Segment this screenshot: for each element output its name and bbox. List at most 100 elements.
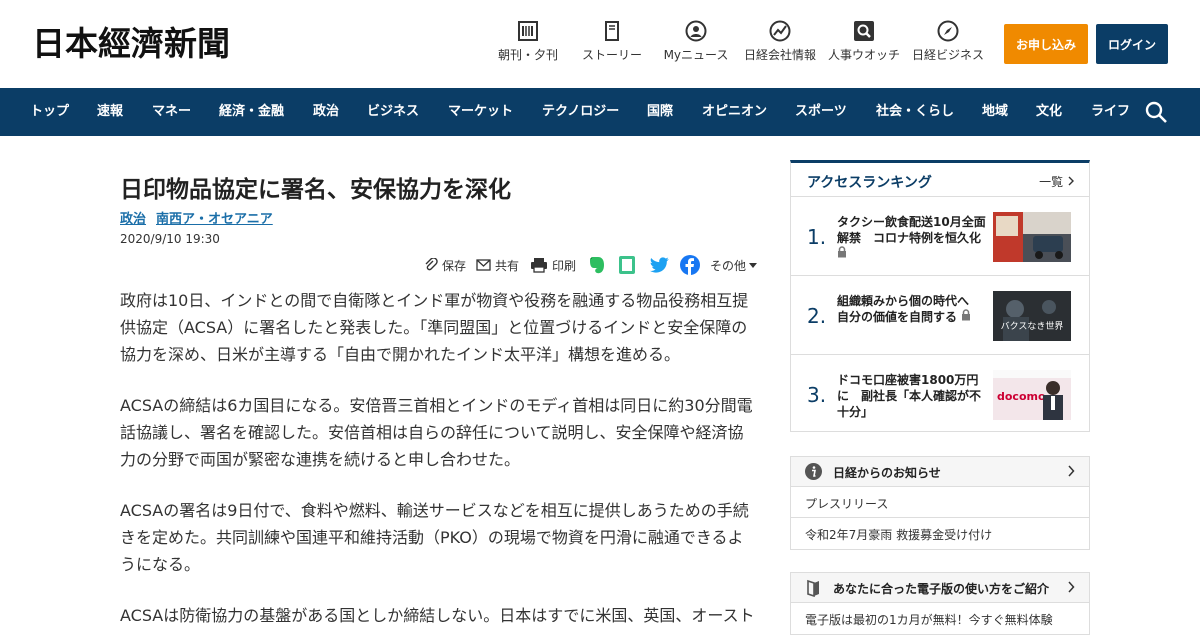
- more-label: 一覧: [1039, 175, 1064, 189]
- paragraph-4: ACSAは防衛協力の基盤がある国としか締結しない。日本はすでに米国、英国、オース…: [120, 602, 760, 629]
- more-share-dropdown[interactable]: その他: [710, 254, 762, 276]
- evernote-icon: [590, 257, 604, 274]
- share-button[interactable]: 共有: [476, 254, 519, 276]
- rank-number: 3.: [807, 383, 827, 407]
- paragraph-line: ACSAの締結は6カ国目になる。安倍晋三首相とインドのモディ首相は同日に約30分…: [120, 396, 753, 415]
- mail-icon: [476, 259, 491, 271]
- print-button[interactable]: 印刷: [530, 254, 576, 276]
- nav-sports[interactable]: スポーツ: [795, 88, 847, 136]
- bookmark-service-button[interactable]: [618, 254, 640, 276]
- tag-south-asia-oceania[interactable]: 南西ア・オセアニア: [156, 208, 273, 227]
- printer-icon: [531, 258, 547, 273]
- nav-economy-finance[interactable]: 経済・金融: [219, 88, 284, 136]
- save-button[interactable]: 保存: [424, 254, 466, 276]
- ranking-item-2[interactable]: 2. 組織頼みから個の時代へ 自分の価値を自問する バクスなき世界: [791, 277, 1089, 355]
- category-navbar: トップ 速報 マネー 経済・金融 政治 ビジネス マーケット テクノロジー 国際…: [0, 88, 1200, 136]
- nav-market[interactable]: マーケット: [448, 88, 513, 136]
- headline-line: タクシー飲食配送10月全面: [837, 215, 986, 229]
- headline-line: に 副社長「本人確認が不: [837, 389, 982, 403]
- ranking-title: アクセスランキング: [807, 175, 932, 191]
- rank-headline: 組織頼みから個の時代へ 自分の価値を自問する: [837, 293, 987, 325]
- guide-free-trial[interactable]: 電子版は最初の1カ月が無料！今すぐ無料体験: [791, 603, 1089, 634]
- paragraph-line: 供協定（ACSA）に署名したと発表した。「準同盟国」と位置づけるインドと安全保障…: [120, 318, 748, 337]
- paragraph-line: 協力を深め、日米が主導する「自由で開かれたインド太平洋」構想を進める。: [120, 345, 681, 364]
- image-caption: バクスなき世界: [1001, 320, 1064, 332]
- evernote-button[interactable]: [588, 254, 610, 276]
- nav-label: Myニュース: [663, 48, 729, 62]
- nav-company-info[interactable]: 日経会社情報: [742, 20, 818, 70]
- nav-life[interactable]: ライフ: [1091, 88, 1130, 136]
- nav-breaking[interactable]: 速報: [97, 88, 123, 136]
- headline-line: 組織頼みから個の時代へ: [837, 294, 970, 308]
- rank-number: 2.: [807, 304, 827, 328]
- nav-my-news[interactable]: Myニュース: [660, 20, 732, 70]
- paragraph-line: 政府は10日、インドとの間で自衛隊とインド軍が物資や役務を融通する物品役務相互提: [120, 291, 749, 310]
- print-label: 印刷: [552, 258, 577, 273]
- facebook-icon: [680, 255, 700, 275]
- nav-technology[interactable]: テクノロジー: [542, 88, 619, 136]
- chart-icon: [769, 20, 791, 42]
- nav-region[interactable]: 地域: [982, 88, 1008, 136]
- more-label: その他: [710, 258, 747, 273]
- facebook-button[interactable]: [680, 254, 704, 276]
- notice-press-release[interactable]: プレスリリース: [791, 487, 1089, 518]
- ranking-item-1[interactable]: 1. タクシー飲食配送10月全面 解禁 コロナ特例を恒久化: [791, 198, 1089, 276]
- search-icon[interactable]: [1144, 100, 1168, 124]
- user-icon: [685, 20, 707, 42]
- guide-header[interactable]: あなたに合った電子版の使い方をご紹介: [791, 573, 1089, 603]
- nav-society[interactable]: 社会・くらし: [876, 88, 954, 136]
- access-ranking: アクセスランキング 一覧 1. タクシー飲食配送10月全面 解禁 コロナ特例を恒…: [790, 160, 1090, 432]
- site-logo[interactable]: 日本經濟新聞: [32, 24, 230, 64]
- paragraph-line: ACSAの署名は9日付で、食料や燃料、輸送サービスなどを相互に提供しあうための手…: [120, 501, 749, 520]
- nav-morning-evening-edition[interactable]: 朝刊・夕刊: [494, 20, 562, 70]
- rank-headline: ドコモ口座被害1800万円 に 副社長「本人確認が不 十分」: [837, 372, 987, 420]
- ranking-item-3[interactable]: 3. ドコモ口座被害1800万円 に 副社長「本人確認が不 十分」 docomo: [791, 356, 1089, 434]
- nav-money[interactable]: マネー: [152, 88, 191, 136]
- tag-politics[interactable]: 政治: [120, 208, 146, 227]
- nav-label: ストーリー: [581, 48, 642, 62]
- info-icon: [805, 463, 822, 480]
- ranking-more-link[interactable]: 一覧: [1039, 173, 1075, 190]
- nav-opinion[interactable]: オピニオン: [702, 88, 767, 136]
- headline-line: 十分」: [837, 405, 874, 419]
- nav-label: 人事ウオッチ: [827, 48, 900, 62]
- twitter-button[interactable]: [650, 254, 674, 276]
- nav-culture[interactable]: 文化: [1036, 88, 1062, 136]
- lock-icon: [962, 309, 971, 321]
- nav-international[interactable]: 国際: [647, 88, 673, 136]
- headline-line: 解禁 コロナ特例を恒久化: [837, 231, 982, 245]
- clip-icon: [425, 258, 438, 271]
- taxi-photo: [993, 212, 1071, 262]
- nikkei-notices: 日経からのお知らせ プレスリリース 令和2年7月豪雨 救援募金受け付け: [790, 456, 1090, 550]
- baxu-world-photo: バクスなき世界: [993, 291, 1071, 341]
- headline-line: 自分の価値を自問する: [837, 310, 958, 324]
- nav-story[interactable]: ストーリー: [578, 20, 646, 70]
- nav-personnel-watch[interactable]: 人事ウオッチ: [826, 20, 902, 70]
- nav-top[interactable]: トップ: [30, 88, 69, 136]
- article-toolbar: 保存 共有 印刷 その他: [420, 254, 760, 276]
- notices-title: 日経からのお知らせ: [833, 466, 941, 480]
- paragraph-3: ACSAの署名は9日付で、食料や燃料、輸送サービスなどを相互に提供しあうための手…: [120, 497, 760, 578]
- nav-label: 日経ビジネス: [911, 48, 984, 62]
- share-label: 共有: [495, 258, 520, 273]
- login-button[interactable]: ログイン: [1096, 24, 1168, 64]
- nav-business[interactable]: ビジネス: [367, 88, 419, 136]
- headline-line: ドコモ口座被害1800万円: [837, 373, 979, 387]
- note-icon: [619, 256, 635, 274]
- ranking-header: アクセスランキング 一覧: [791, 163, 1089, 197]
- paragraph-1: 政府は10日、インドとの間で自衛隊とインド軍が物資や役務を融通する物品役務相互提…: [120, 287, 760, 368]
- paragraph-2: ACSAの締結は6カ国目になる。安倍晋三首相とインドのモディ首相は同日に約30分…: [120, 392, 760, 473]
- twitter-icon: [650, 257, 669, 273]
- apply-button[interactable]: お申し込み: [1004, 24, 1088, 64]
- notice-flood-donation[interactable]: 令和2年7月豪雨 救援募金受け付け: [791, 518, 1089, 549]
- nav-label: 朝刊・夕刊: [497, 48, 558, 62]
- nav-nikkei-business[interactable]: 日経ビジネス: [910, 20, 986, 70]
- magnifier-icon: [854, 21, 874, 41]
- lock-icon: [838, 246, 846, 258]
- paragraph-line: ACSAは防衛協力の基盤がある国としか締結しない。日本はすでに米国、英国、オース…: [120, 606, 755, 625]
- caret-down-icon: [749, 263, 758, 268]
- guide-title: あなたに合った電子版の使い方をご紹介: [833, 582, 1050, 596]
- nav-politics[interactable]: 政治: [313, 88, 339, 136]
- chevron-right-icon: [1068, 581, 1075, 593]
- notices-header[interactable]: 日経からのお知らせ: [791, 457, 1089, 487]
